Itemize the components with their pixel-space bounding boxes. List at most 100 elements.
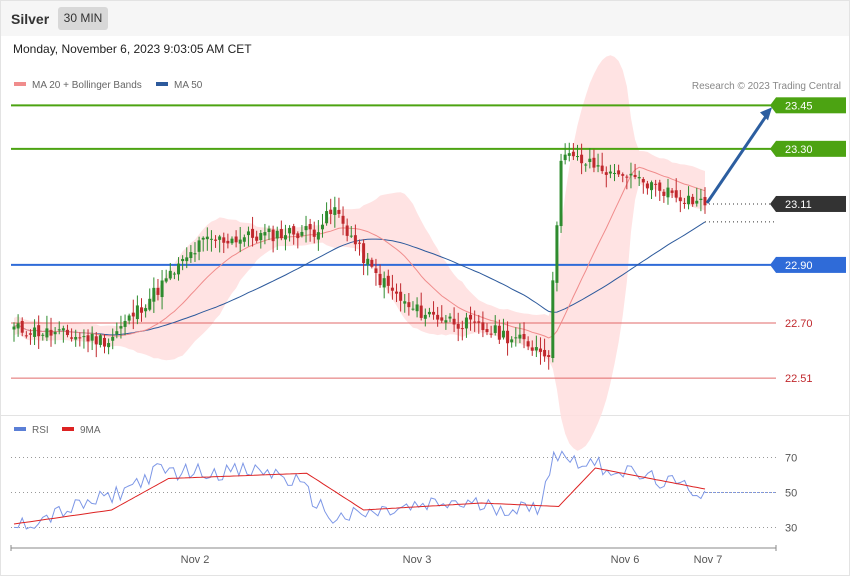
candle-body — [189, 252, 193, 259]
candle-body — [263, 232, 267, 236]
candle-body — [571, 151, 575, 157]
candle-body — [580, 154, 584, 164]
candle-body — [20, 320, 24, 333]
candle-body — [469, 314, 473, 320]
candle-body — [543, 349, 547, 357]
level-label-pointer — [770, 195, 776, 212]
candle-body — [699, 198, 703, 201]
candle-body — [119, 326, 123, 329]
candle-body — [127, 315, 131, 321]
candle-body — [617, 170, 621, 175]
candle-body — [164, 278, 168, 282]
x-tick-label: Nov 7 — [694, 554, 723, 566]
trend-arrow-shaft — [705, 112, 770, 204]
candle-body — [670, 190, 674, 193]
candle-body — [271, 229, 275, 242]
candle-body — [464, 317, 468, 329]
candle-body — [102, 337, 106, 347]
candle-body — [695, 200, 699, 204]
candle-body — [230, 238, 234, 244]
candle-body — [53, 332, 57, 335]
candle-body — [588, 158, 592, 163]
candle-body — [592, 157, 596, 168]
candle-body — [514, 337, 518, 339]
candle-body — [460, 328, 464, 330]
candle-body — [308, 223, 312, 230]
candle-body — [678, 197, 682, 202]
candle-body — [28, 333, 32, 335]
level-label-pointer — [770, 256, 776, 273]
candle-body — [662, 191, 666, 196]
candle-body — [362, 243, 366, 264]
candle-body — [493, 325, 497, 333]
candle-body — [325, 211, 329, 224]
level-label-pointer — [770, 140, 776, 157]
candle-body — [333, 207, 337, 215]
candle-body — [181, 258, 185, 262]
candle-body — [267, 228, 271, 233]
candle-body — [148, 298, 152, 310]
candle-body — [703, 197, 707, 206]
candle-body — [530, 347, 534, 351]
candle-body — [608, 171, 612, 174]
level-label-text: 22.51 — [785, 373, 813, 385]
candle-body — [135, 305, 139, 320]
candle-body — [423, 314, 427, 319]
level-label-text: 22.90 — [785, 260, 813, 272]
candle-body — [427, 311, 431, 315]
candle-body — [82, 336, 86, 338]
candle-body — [477, 321, 481, 323]
candle-body — [316, 232, 320, 240]
candle-body — [691, 196, 695, 205]
candle-body — [621, 174, 625, 176]
candle-body — [49, 329, 53, 336]
candle-body — [24, 335, 28, 337]
candle-body — [78, 337, 82, 339]
candle-body — [337, 209, 341, 214]
level-23.11: 23.11 — [705, 195, 846, 212]
level-22.51: 22.51 — [11, 373, 813, 385]
candle-body — [567, 153, 571, 156]
candle-body — [61, 328, 65, 331]
candle-body — [226, 240, 230, 244]
candle-body — [510, 339, 514, 343]
candle-body — [522, 334, 526, 340]
candle-body — [485, 329, 489, 333]
level-label-text: 22.70 — [785, 318, 813, 330]
candle-body — [448, 316, 452, 319]
candle-body — [526, 341, 530, 347]
candle-body — [140, 307, 144, 313]
x-tick-label: Nov 2 — [181, 554, 210, 566]
candle-body — [645, 183, 649, 189]
candle-body — [283, 235, 287, 240]
candle-body — [629, 173, 633, 176]
candle-body — [575, 156, 579, 158]
candle-body — [386, 275, 390, 286]
candle-body — [497, 325, 501, 340]
candle-body — [456, 324, 460, 329]
candle-body — [185, 257, 189, 262]
rsi-tick-label: 70 — [785, 453, 797, 465]
candle-body — [559, 160, 563, 227]
candle-body — [33, 327, 37, 337]
price-chart[interactable]: 23.45 23.30 23.11 22.90 22.70 22.51 30 50 70 Nov … — [0, 0, 850, 576]
candle-body — [172, 273, 176, 275]
candle-body — [489, 333, 493, 335]
candle-body — [94, 336, 98, 345]
candle-body — [563, 154, 567, 161]
candle-body — [300, 231, 304, 236]
candle-body — [547, 355, 551, 357]
candle-body — [255, 236, 259, 241]
candle-body — [296, 233, 300, 239]
candle-body — [650, 182, 654, 191]
candle-body — [98, 335, 102, 345]
candle-body — [205, 236, 209, 240]
candle-body — [440, 317, 444, 321]
candle-body — [193, 253, 197, 255]
candle-body — [390, 287, 394, 291]
candle-body — [403, 301, 407, 304]
candle-body — [152, 287, 156, 302]
candle-body — [654, 183, 658, 185]
candle-body — [641, 179, 645, 183]
candle-body — [353, 235, 357, 245]
